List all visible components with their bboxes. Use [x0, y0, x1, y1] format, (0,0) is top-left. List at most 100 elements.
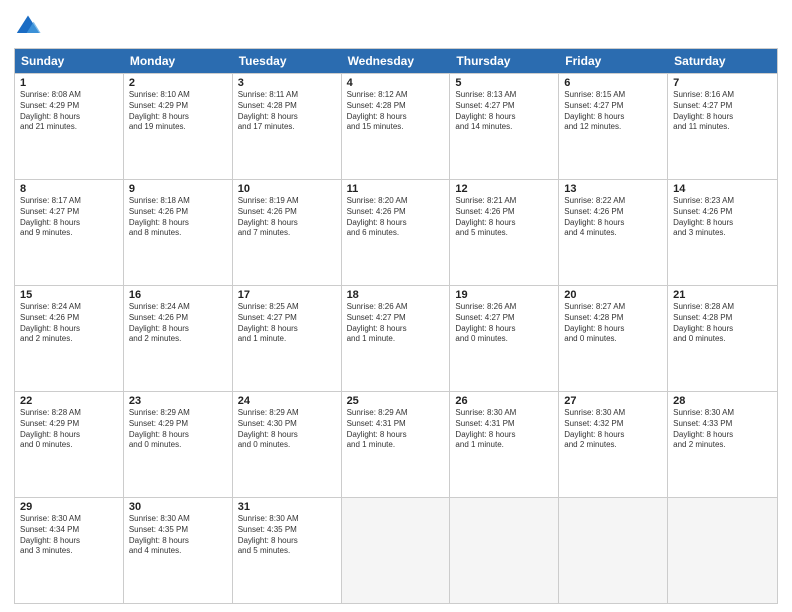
day-cell-31: 31Sunrise: 8:30 AM Sunset: 4:35 PM Dayli… [233, 498, 342, 603]
day-cell-empty [668, 498, 777, 603]
day-number: 27 [564, 395, 662, 407]
day-cell-18: 18Sunrise: 8:26 AM Sunset: 4:27 PM Dayli… [342, 286, 451, 391]
day-cell-6: 6Sunrise: 8:15 AM Sunset: 4:27 PM Daylig… [559, 74, 668, 179]
day-info: Sunrise: 8:30 AM Sunset: 4:33 PM Dayligh… [673, 408, 772, 451]
day-info: Sunrise: 8:13 AM Sunset: 4:27 PM Dayligh… [455, 90, 553, 133]
day-number: 15 [20, 289, 118, 301]
day-headers: SundayMondayTuesdayWednesdayThursdayFrid… [15, 49, 777, 73]
day-header-friday: Friday [559, 49, 668, 73]
day-number: 11 [347, 183, 445, 195]
day-cell-28: 28Sunrise: 8:30 AM Sunset: 4:33 PM Dayli… [668, 392, 777, 497]
day-cell-24: 24Sunrise: 8:29 AM Sunset: 4:30 PM Dayli… [233, 392, 342, 497]
day-cell-2: 2Sunrise: 8:10 AM Sunset: 4:29 PM Daylig… [124, 74, 233, 179]
logo [14, 12, 44, 40]
day-number: 20 [564, 289, 662, 301]
day-info: Sunrise: 8:24 AM Sunset: 4:26 PM Dayligh… [129, 302, 227, 345]
day-number: 19 [455, 289, 553, 301]
day-cell-23: 23Sunrise: 8:29 AM Sunset: 4:29 PM Dayli… [124, 392, 233, 497]
day-info: Sunrise: 8:26 AM Sunset: 4:27 PM Dayligh… [455, 302, 553, 345]
day-header-sunday: Sunday [15, 49, 124, 73]
day-number: 25 [347, 395, 445, 407]
day-number: 31 [238, 501, 336, 513]
day-info: Sunrise: 8:20 AM Sunset: 4:26 PM Dayligh… [347, 196, 445, 239]
day-info: Sunrise: 8:24 AM Sunset: 4:26 PM Dayligh… [20, 302, 118, 345]
day-number: 29 [20, 501, 118, 513]
day-cell-20: 20Sunrise: 8:27 AM Sunset: 4:28 PM Dayli… [559, 286, 668, 391]
day-number: 4 [347, 77, 445, 89]
day-number: 16 [129, 289, 227, 301]
day-info: Sunrise: 8:30 AM Sunset: 4:31 PM Dayligh… [455, 408, 553, 451]
day-cell-30: 30Sunrise: 8:30 AM Sunset: 4:35 PM Dayli… [124, 498, 233, 603]
day-info: Sunrise: 8:17 AM Sunset: 4:27 PM Dayligh… [20, 196, 118, 239]
day-cell-empty [559, 498, 668, 603]
day-info: Sunrise: 8:23 AM Sunset: 4:26 PM Dayligh… [673, 196, 772, 239]
day-cell-13: 13Sunrise: 8:22 AM Sunset: 4:26 PM Dayli… [559, 180, 668, 285]
day-number: 17 [238, 289, 336, 301]
week-row-5: 29Sunrise: 8:30 AM Sunset: 4:34 PM Dayli… [15, 497, 777, 603]
week-row-2: 8Sunrise: 8:17 AM Sunset: 4:27 PM Daylig… [15, 179, 777, 285]
day-info: Sunrise: 8:18 AM Sunset: 4:26 PM Dayligh… [129, 196, 227, 239]
day-info: Sunrise: 8:22 AM Sunset: 4:26 PM Dayligh… [564, 196, 662, 239]
day-info: Sunrise: 8:11 AM Sunset: 4:28 PM Dayligh… [238, 90, 336, 133]
day-cell-26: 26Sunrise: 8:30 AM Sunset: 4:31 PM Dayli… [450, 392, 559, 497]
day-number: 23 [129, 395, 227, 407]
day-info: Sunrise: 8:30 AM Sunset: 4:32 PM Dayligh… [564, 408, 662, 451]
day-cell-11: 11Sunrise: 8:20 AM Sunset: 4:26 PM Dayli… [342, 180, 451, 285]
day-number: 30 [129, 501, 227, 513]
day-number: 14 [673, 183, 772, 195]
day-cell-12: 12Sunrise: 8:21 AM Sunset: 4:26 PM Dayli… [450, 180, 559, 285]
day-cell-16: 16Sunrise: 8:24 AM Sunset: 4:26 PM Dayli… [124, 286, 233, 391]
day-info: Sunrise: 8:29 AM Sunset: 4:30 PM Dayligh… [238, 408, 336, 451]
day-number: 18 [347, 289, 445, 301]
day-header-wednesday: Wednesday [342, 49, 451, 73]
day-cell-empty [450, 498, 559, 603]
week-row-1: 1Sunrise: 8:08 AM Sunset: 4:29 PM Daylig… [15, 73, 777, 179]
day-number: 9 [129, 183, 227, 195]
day-info: Sunrise: 8:08 AM Sunset: 4:29 PM Dayligh… [20, 90, 118, 133]
day-number: 22 [20, 395, 118, 407]
day-info: Sunrise: 8:15 AM Sunset: 4:27 PM Dayligh… [564, 90, 662, 133]
day-number: 10 [238, 183, 336, 195]
day-info: Sunrise: 8:21 AM Sunset: 4:26 PM Dayligh… [455, 196, 553, 239]
day-cell-8: 8Sunrise: 8:17 AM Sunset: 4:27 PM Daylig… [15, 180, 124, 285]
day-cell-4: 4Sunrise: 8:12 AM Sunset: 4:28 PM Daylig… [342, 74, 451, 179]
day-header-tuesday: Tuesday [233, 49, 342, 73]
day-cell-29: 29Sunrise: 8:30 AM Sunset: 4:34 PM Dayli… [15, 498, 124, 603]
day-header-saturday: Saturday [668, 49, 777, 73]
day-cell-22: 22Sunrise: 8:28 AM Sunset: 4:29 PM Dayli… [15, 392, 124, 497]
day-info: Sunrise: 8:28 AM Sunset: 4:29 PM Dayligh… [20, 408, 118, 451]
calendar: SundayMondayTuesdayWednesdayThursdayFrid… [14, 48, 778, 604]
day-header-monday: Monday [124, 49, 233, 73]
day-info: Sunrise: 8:28 AM Sunset: 4:28 PM Dayligh… [673, 302, 772, 345]
day-info: Sunrise: 8:26 AM Sunset: 4:27 PM Dayligh… [347, 302, 445, 345]
day-info: Sunrise: 8:27 AM Sunset: 4:28 PM Dayligh… [564, 302, 662, 345]
day-number: 26 [455, 395, 553, 407]
day-info: Sunrise: 8:29 AM Sunset: 4:31 PM Dayligh… [347, 408, 445, 451]
day-cell-25: 25Sunrise: 8:29 AM Sunset: 4:31 PM Dayli… [342, 392, 451, 497]
day-cell-1: 1Sunrise: 8:08 AM Sunset: 4:29 PM Daylig… [15, 74, 124, 179]
day-header-thursday: Thursday [450, 49, 559, 73]
day-cell-10: 10Sunrise: 8:19 AM Sunset: 4:26 PM Dayli… [233, 180, 342, 285]
day-cell-empty [342, 498, 451, 603]
day-cell-9: 9Sunrise: 8:18 AM Sunset: 4:26 PM Daylig… [124, 180, 233, 285]
day-info: Sunrise: 8:19 AM Sunset: 4:26 PM Dayligh… [238, 196, 336, 239]
day-cell-14: 14Sunrise: 8:23 AM Sunset: 4:26 PM Dayli… [668, 180, 777, 285]
day-cell-19: 19Sunrise: 8:26 AM Sunset: 4:27 PM Dayli… [450, 286, 559, 391]
weeks: 1Sunrise: 8:08 AM Sunset: 4:29 PM Daylig… [15, 73, 777, 603]
day-number: 1 [20, 77, 118, 89]
day-number: 6 [564, 77, 662, 89]
logo-icon [14, 12, 42, 40]
day-number: 13 [564, 183, 662, 195]
day-number: 5 [455, 77, 553, 89]
day-cell-15: 15Sunrise: 8:24 AM Sunset: 4:26 PM Dayli… [15, 286, 124, 391]
day-info: Sunrise: 8:16 AM Sunset: 4:27 PM Dayligh… [673, 90, 772, 133]
day-info: Sunrise: 8:30 AM Sunset: 4:35 PM Dayligh… [238, 514, 336, 557]
day-cell-17: 17Sunrise: 8:25 AM Sunset: 4:27 PM Dayli… [233, 286, 342, 391]
day-cell-7: 7Sunrise: 8:16 AM Sunset: 4:27 PM Daylig… [668, 74, 777, 179]
day-cell-21: 21Sunrise: 8:28 AM Sunset: 4:28 PM Dayli… [668, 286, 777, 391]
day-number: 24 [238, 395, 336, 407]
day-info: Sunrise: 8:12 AM Sunset: 4:28 PM Dayligh… [347, 90, 445, 133]
day-number: 12 [455, 183, 553, 195]
day-number: 28 [673, 395, 772, 407]
page-container: SundayMondayTuesdayWednesdayThursdayFrid… [0, 0, 792, 612]
